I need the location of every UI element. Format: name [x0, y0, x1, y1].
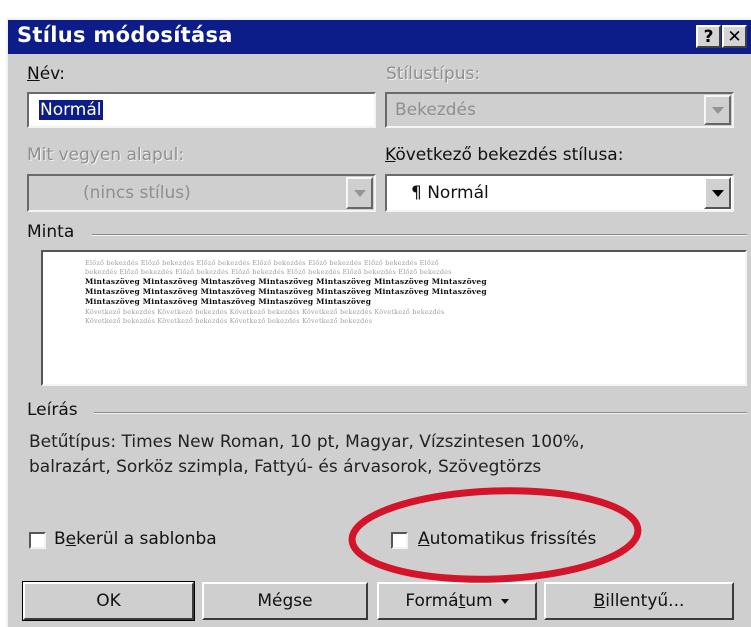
name-input-value: Normál: [39, 100, 103, 120]
preview-prev-line: Előző bekezdés Előző bekezdés Előző beke…: [85, 259, 439, 267]
auto-update-checkbox[interactable]: [391, 532, 408, 549]
auto-update-key: A: [418, 529, 430, 549]
next-style-label-rest: övetkező bekezdés stílusa:: [395, 145, 624, 165]
add-to-template-checkbox[interactable]: [29, 532, 46, 549]
shortcut-rest: illentyű...: [605, 591, 685, 611]
format-key: t: [458, 591, 466, 611]
preview-next-line: Következő bekezdés Következő bekezdés Kö…: [85, 308, 445, 316]
auto-update-rest: utomatikus frissítés: [429, 529, 597, 549]
style-type-label: Stílustípus:: [386, 64, 481, 84]
preview-current-line: Mintaszöveg Mintaszöveg Mintaszöveg Mint…: [85, 287, 487, 296]
dialog-title: Stílus módosítása: [17, 23, 233, 47]
preview-box: Előző bekezdés Előző bekezdés Előző beke…: [41, 250, 747, 386]
auto-update-label[interactable]: Automatikus frissítés: [418, 529, 596, 549]
shortcut-key-button[interactable]: Billentyű...: [544, 582, 734, 620]
description-group-rule: [94, 412, 747, 414]
shortcut-key: B: [593, 591, 606, 611]
based-on-dropdown[interactable]: (nincs stílus): [27, 174, 376, 212]
add-to-template-pre: B: [54, 529, 66, 549]
style-type-dropdown-button[interactable]: [704, 95, 731, 125]
preview-label: Minta: [27, 222, 75, 242]
based-on-value: (nincs stílus): [83, 183, 191, 203]
description-label: Leírás: [27, 400, 78, 420]
close-button[interactable]: ✕: [722, 25, 747, 48]
add-to-template-key: e: [65, 529, 77, 549]
next-style-label: Következő bekezdés stílusa:: [385, 145, 623, 165]
format-pre: Formá: [405, 591, 459, 611]
based-on-dropdown-button[interactable]: [346, 177, 373, 209]
description-line: Betűtípus: Times New Roman, 10 pt, Magya…: [29, 432, 585, 452]
next-style-label-key: K: [385, 145, 396, 165]
preview-group-rule: [92, 234, 747, 236]
name-input[interactable]: Normál: [27, 92, 376, 128]
chevron-down-icon: [353, 190, 366, 197]
next-style-dropdown-button[interactable]: [704, 177, 731, 209]
next-style-value: ¶ Normál: [411, 183, 489, 203]
title-bar[interactable]: Stílus módosítása ? ✕: [8, 20, 751, 54]
preview-current-line: Mintaszöveg Mintaszöveg Mintaszöveg Mint…: [85, 297, 372, 306]
preview-current-line: Mintaszöveg Mintaszöveg Mintaszöveg Mint…: [85, 277, 487, 286]
format-button[interactable]: Formá t um: [377, 582, 537, 620]
chevron-down-icon: [711, 107, 724, 114]
name-label-key: N: [27, 64, 40, 84]
format-rest: um: [465, 591, 493, 611]
style-type-value: Bekezdés: [395, 100, 476, 120]
ok-button[interactable]: OK: [22, 581, 195, 621]
description-line: balrazárt, Sorköz szimpla, Fattyú- és ár…: [29, 457, 542, 477]
preview-next-line: Következő bekezdés Következő bekezdés Kö…: [85, 317, 373, 325]
cancel-button[interactable]: Mégse: [202, 582, 368, 620]
description-text: Betűtípus: Times New Roman, 10 pt, Magya…: [29, 430, 585, 480]
preview-prev-line: bekezdés Előző bekezdés Előző bekezdés E…: [85, 268, 452, 276]
style-modify-dialog: Stílus módosítása ? ✕ Név: Normál Stílus…: [6, 18, 751, 627]
next-style-dropdown[interactable]: ¶ Normál: [385, 174, 734, 212]
style-type-dropdown[interactable]: Bekezdés: [385, 92, 734, 128]
add-to-template-label[interactable]: Bekerül a sablonba: [54, 529, 217, 549]
dropdown-caret-icon: [500, 598, 509, 604]
help-button[interactable]: ?: [696, 25, 721, 48]
name-label-rest: év:: [39, 64, 66, 84]
chevron-down-icon: [711, 190, 724, 197]
add-to-template-rest: kerül a sablonba: [76, 529, 217, 549]
name-label: Név:: [27, 64, 65, 84]
based-on-label: Mit vegyen alapul:: [27, 145, 185, 165]
